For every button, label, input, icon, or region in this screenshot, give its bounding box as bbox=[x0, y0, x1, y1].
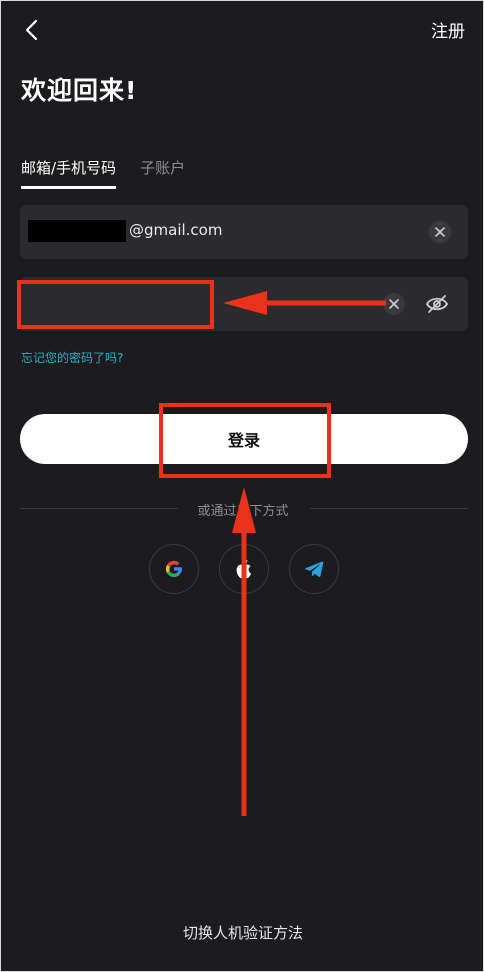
password-clear-button[interactable] bbox=[383, 293, 405, 315]
chevron-left-icon bbox=[25, 19, 38, 41]
email-clear-button[interactable] bbox=[429, 221, 451, 243]
tab-sub-account[interactable]: 子账户 bbox=[140, 157, 185, 189]
login-tabs: 邮箱/手机号码 子账户 bbox=[21, 157, 185, 189]
email-field[interactable]: @gmail.com bbox=[20, 205, 468, 259]
divider-right bbox=[310, 508, 468, 509]
back-button[interactable] bbox=[21, 19, 43, 41]
close-icon bbox=[389, 299, 399, 309]
switch-verification-link[interactable]: 切换人机验证方法 bbox=[1, 922, 483, 943]
page-title: 欢迎回来! bbox=[21, 76, 138, 105]
annotation-arrows bbox=[223, 291, 386, 816]
close-icon bbox=[435, 227, 445, 237]
telegram-login-button[interactable] bbox=[289, 544, 339, 594]
register-link[interactable]: 注册 bbox=[431, 17, 465, 42]
apple-icon bbox=[236, 560, 251, 579]
eye-off-icon bbox=[425, 295, 449, 313]
divider-text: 或通过以下方式 bbox=[197, 504, 289, 519]
annotation-box-password bbox=[17, 280, 214, 329]
telegram-icon bbox=[305, 561, 324, 577]
email-value-suffix: @gmail.com bbox=[129, 221, 223, 239]
google-login-button[interactable] bbox=[149, 544, 199, 594]
password-visibility-toggle[interactable] bbox=[425, 293, 449, 315]
annotation-box-login bbox=[159, 403, 331, 478]
forgot-password-link[interactable]: 忘记您的密码了吗? bbox=[21, 349, 123, 366]
apple-login-button[interactable] bbox=[219, 544, 269, 594]
redacted-email-prefix bbox=[28, 220, 126, 242]
google-icon bbox=[165, 560, 182, 578]
tab-email-phone[interactable]: 邮箱/手机号码 bbox=[21, 157, 117, 189]
login-screen: 注册 欢迎回来! 邮箱/手机号码 子账户 @gmail.com 忘记您的密码了吗… bbox=[0, 0, 484, 972]
